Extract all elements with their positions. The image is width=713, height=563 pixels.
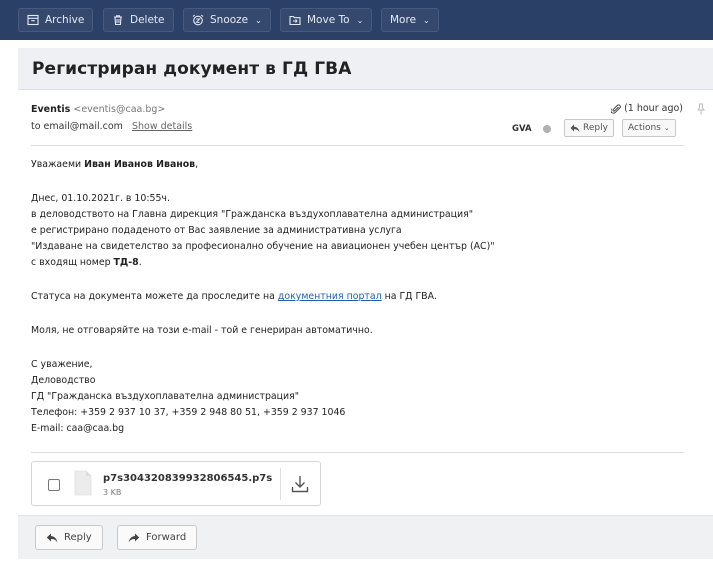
- signature-dept: Деловодство: [31, 375, 96, 386]
- chevron-down-icon: ⌄: [663, 124, 670, 132]
- document-portal-link[interactable]: документния портал: [278, 291, 382, 302]
- move-to-button[interactable]: Move To ⌄: [280, 8, 373, 32]
- move-folder-icon: [289, 15, 301, 26]
- header-divider: [31, 145, 684, 146]
- time-label: (1 hour ago): [624, 103, 683, 114]
- body-line-no-reply: Моля, не отговаряйте на този e-mail - то…: [31, 325, 373, 336]
- paperclip-icon: [611, 103, 621, 114]
- number-text: с входящ номер: [31, 257, 114, 268]
- signature-email: E-mail: caa@caa.bg: [31, 423, 125, 434]
- number-period: .: [138, 257, 142, 268]
- sender: Eventis <eventis@caa.bg>: [31, 104, 165, 115]
- archive-label: Archive: [45, 14, 85, 26]
- recipient: to email@mail.com: [31, 121, 123, 132]
- body-line-status: Статуса на документа можете да проследит…: [31, 291, 437, 302]
- body-line-registered: е регистрирано подаденото от Вас заявлен…: [31, 225, 402, 236]
- toolbar: Archive Delete Snooze ⌄ Move To ⌄ More ⌄: [0, 0, 713, 40]
- attachment-separator: [280, 468, 281, 500]
- pin-icon[interactable]: [697, 103, 705, 118]
- show-details-link[interactable]: Show details: [132, 121, 192, 132]
- actions-label: Actions: [628, 123, 661, 133]
- trash-icon: [114, 15, 122, 26]
- reply-label: Reply: [64, 532, 92, 543]
- delete-label: Delete: [130, 14, 165, 26]
- reply-label: Reply: [583, 123, 608, 133]
- greeting: Уважаеми Иван Иванов Иванов,: [31, 159, 198, 170]
- sender-email: <eventis@caa.bg>: [73, 104, 166, 115]
- file-icon: [74, 470, 92, 496]
- chevron-down-icon: ⌄: [356, 15, 364, 25]
- forward-label: Forward: [146, 532, 187, 543]
- move-to-label: Move To: [307, 14, 350, 26]
- archive-icon: [27, 14, 39, 26]
- attachment-card[interactable]: p7s304320839932806545.p7s 3 KB: [31, 461, 321, 506]
- attachment-name[interactable]: p7s304320839932806545.p7s: [103, 473, 272, 484]
- more-label: More: [390, 14, 417, 26]
- attachment-checkbox[interactable]: [48, 479, 60, 491]
- signature-regards: С уважение,: [31, 359, 93, 370]
- message-time: (1 hour ago): [611, 103, 683, 114]
- more-button[interactable]: More ⌄: [381, 8, 439, 32]
- reply-footer: Reply Forward: [18, 515, 713, 559]
- signature-phone: Телефон: +359 2 937 10 37, +359 2 948 80…: [31, 407, 346, 418]
- greeting-text: Уважаеми: [31, 159, 85, 170]
- body-line-number: с входящ номер ТД-8.: [31, 257, 142, 268]
- greeting-comma: ,: [195, 159, 199, 170]
- status-text-end: на ГД ГВА.: [381, 291, 438, 302]
- body-line-date: Днес, 01.10.2021г. в 10:55ч.: [31, 193, 170, 204]
- snooze-button[interactable]: Snooze ⌄: [183, 8, 271, 32]
- actions-button[interactable]: Actions ⌄: [622, 119, 676, 137]
- body-line-service: "Издаване на свидетелство за професионал…: [31, 241, 495, 252]
- category-tag: GVA: [512, 124, 532, 134]
- reply-icon: [570, 124, 580, 132]
- message-subject: Регистриран документ в ГД ГВА: [32, 59, 352, 79]
- body-line-office: в деловодството на Главна дирекция "Граж…: [31, 209, 474, 220]
- attachment-divider: [31, 452, 684, 453]
- header-reply-button[interactable]: Reply: [564, 119, 614, 137]
- registration-number: ТД-8: [113, 257, 139, 268]
- status-dot: [543, 125, 551, 133]
- chevron-down-icon: ⌄: [255, 15, 262, 25]
- subject-bar: Регистриран документ в ГД ГВА: [18, 48, 713, 90]
- archive-button[interactable]: Archive: [18, 8, 94, 32]
- signature-org: ГД "Гражданска въздухоплавателна админис…: [31, 391, 300, 402]
- forward-button[interactable]: Forward: [117, 525, 198, 550]
- status-text: Статуса на документа можете да проследит…: [31, 291, 278, 302]
- recipient-name: Иван Иванов Иванов: [84, 159, 196, 170]
- attachment-size: 3 KB: [103, 488, 122, 497]
- recipient-line: to email@mail.com Show details: [31, 121, 192, 132]
- download-icon[interactable]: [289, 473, 311, 495]
- alarm-clock-icon: [192, 14, 204, 26]
- reply-button[interactable]: Reply: [35, 525, 103, 550]
- forward-icon: [128, 533, 140, 542]
- sender-name: Eventis: [31, 104, 71, 115]
- snooze-label: Snooze: [210, 14, 249, 26]
- reply-icon: [46, 533, 58, 542]
- delete-button[interactable]: Delete: [103, 8, 174, 32]
- chevron-down-icon: ⌄: [423, 15, 430, 25]
